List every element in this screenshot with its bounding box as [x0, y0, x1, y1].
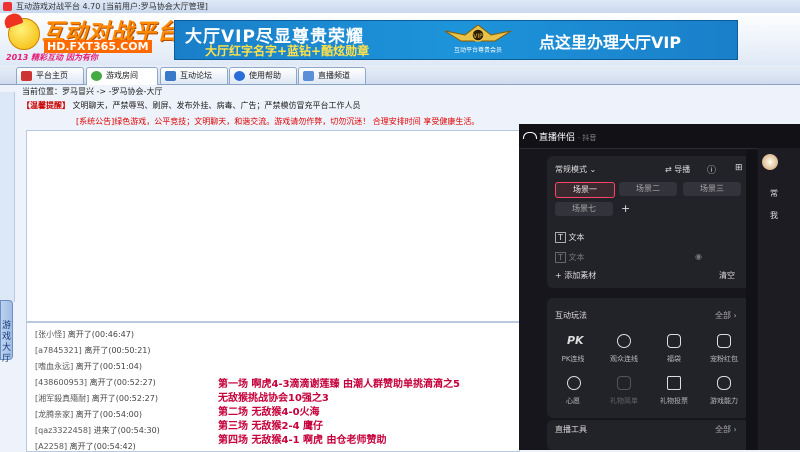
system-announcement: [系统公告]绿色游戏，公平竞技；文明聊天，和谐交流。游戏请勿作弊，切勿沉迷！ 合…: [76, 117, 480, 126]
app-icon: [3, 2, 12, 11]
tab-game-room[interactable]: 游戏房间: [86, 67, 158, 85]
notice-text: 文明聊天，严禁辱骂、刷屏、发布外挂、病毒、广告；严禁模仿冒充平台工作人员: [72, 101, 361, 110]
notice-head: 【温馨提醒】: [22, 101, 70, 110]
new-window-icon[interactable]: ⊞: [735, 163, 743, 173]
text-source[interactable]: T 文本: [555, 232, 584, 243]
clear-button[interactable]: 清空: [719, 270, 735, 281]
list-item: [嗜血永远] 离开了(00:51:04): [35, 362, 142, 371]
lucky-bag-icon[interactable]: [667, 334, 681, 348]
add-scene-icon[interactable]: +: [621, 202, 630, 215]
list-item: [龙腾亲家] 离开了(00:54:00): [35, 410, 142, 419]
overlay-line: 第一场 啊虎4-3滴滴谢莲臻 由潮人群赞助单挑滴滴之5: [218, 379, 460, 390]
tab-label: 直播频道: [318, 71, 350, 80]
game-hall-side-tab[interactable]: 游戏大厅: [0, 300, 13, 364]
overlay-line: 第三场 无敌猴2-4 鹰仔: [218, 421, 324, 432]
interactive-title: 互动玩法: [555, 311, 587, 320]
right-label: 我: [770, 211, 778, 220]
hide-eye-icon[interactable]: ◉: [695, 252, 702, 261]
list-item: [a7845321] 离开了(00:50:21): [35, 346, 151, 355]
list-item: [qaz3322458] 进来了(00:54:30): [35, 426, 160, 435]
text-source-2[interactable]: T 文本: [555, 252, 584, 263]
avatar: [762, 154, 778, 170]
platform-logo[interactable]: 互动对战平台 HD.FXT365.COM 2013 精彩互动 因为有你: [2, 11, 179, 64]
right-preview-strip: 常 我: [758, 148, 800, 450]
audience-link-icon[interactable]: [617, 334, 631, 348]
nav-tabs: 平台主页 游戏房间 互动论坛 使用帮助 直播频道: [0, 65, 800, 85]
emblem-caption: 互动平台尊贵会员: [453, 47, 502, 54]
overlay-line: 第四场 无敌猴4-1 啊虎 由仓老师赞助: [218, 435, 387, 446]
window-title: 互动游戏对战平台 4.70 [当前用户:罗马协会大厅管理]: [16, 2, 208, 11]
list-item: [张小怪] 离开了(00:46:47): [35, 330, 134, 339]
grid-label: 福袋: [667, 355, 681, 363]
list-item: [A2258] 离开了(00:54:42): [35, 442, 136, 451]
banner-cta[interactable]: 点这里办理大厅VIP: [539, 29, 681, 53]
home-icon: [21, 71, 32, 81]
grid-label: PK连线: [561, 355, 585, 363]
match-results-overlay: 第一场 啊虎4-3滴滴谢莲臻 由潮人群赞助单挑滴滴之5 无敌猴挑战协会10强之3…: [218, 378, 518, 448]
game-ability-icon[interactable]: [717, 376, 731, 390]
right-label: 常: [770, 189, 778, 198]
help-icon[interactable]: ⓘ: [707, 163, 716, 176]
banner-subline: 大厅红字名字+蓝钻+酷炫勋章: [205, 44, 370, 58]
grid-label: 礼物投票: [660, 397, 688, 405]
red-packet-icon[interactable]: [717, 334, 731, 348]
tab-label: 平台主页: [36, 71, 68, 80]
game-room-icon: [91, 71, 102, 81]
mode-select[interactable]: 常规模式 ⌄: [555, 164, 596, 175]
see-all-link[interactable]: 全部 ›: [715, 310, 737, 321]
tab-forum[interactable]: 互动论坛: [160, 67, 228, 84]
scene-tab-1[interactable]: 场景一: [555, 182, 615, 198]
scene-tab-3[interactable]: 场景三: [683, 182, 741, 196]
vip-banner[interactable]: 大厅VIP尽显尊贵荣耀 大厅红字名字+蓝钻+酷炫勋章 VIP 互动平台尊贵会员 …: [174, 20, 738, 60]
live-logo-icon: [523, 132, 537, 139]
scene-tab-2[interactable]: 场景二: [619, 182, 677, 196]
grid-label: 游戏能力: [710, 397, 738, 405]
vip-emblem-icon: VIP 互动平台尊贵会员: [443, 23, 513, 55]
add-material-button[interactable]: + 添加素材: [555, 270, 596, 281]
scene-tab-7[interactable]: 场景七: [555, 202, 613, 216]
tab-help[interactable]: 使用帮助: [229, 67, 297, 84]
live-icon: [303, 71, 314, 81]
overlay-line: 无敌猴挑战协会10强之3: [218, 393, 329, 404]
pk-icon[interactable]: PK: [567, 334, 584, 347]
list-item: [438600953] 离开了(00:52:27): [35, 378, 156, 387]
splitter[interactable]: [746, 150, 758, 450]
tab-home[interactable]: 平台主页: [16, 67, 84, 84]
grid-label: 宠粉红包: [710, 355, 738, 363]
forum-icon: [165, 71, 176, 81]
gift-icon[interactable]: [617, 376, 631, 390]
list-item: [湘军殺真殤耐] 离开了(00:52:27): [35, 394, 158, 403]
breadcrumb: 当前位置：罗马冒兴 -> -罗马协会-大厅: [22, 87, 163, 96]
notice-bar: 【温馨提醒】 文明聊天，严禁辱骂、刷屏、发布外挂、病毒、广告；严禁模仿冒充平台工…: [22, 100, 361, 111]
grid-label: 心愿: [566, 397, 580, 405]
interactive-panel: 互动玩法 全部 › PK PK连线 观众连线 福袋 宠粉红包 心愿 礼物简单 礼…: [547, 298, 755, 418]
tab-label: 游戏房间: [106, 71, 138, 80]
tab-label: 使用帮助: [249, 71, 281, 80]
window-title-bar: 互动游戏对战平台 4.70 [当前用户:罗马协会大厅管理]: [0, 0, 800, 14]
stream-brand: 直播伴侣 · 抖音: [539, 133, 597, 143]
logo-slogan: 2013 精彩互动 因为有你: [6, 53, 98, 62]
gift-vote-icon[interactable]: [667, 376, 681, 390]
tools-panel: 直播工具 全部 ›: [547, 420, 755, 450]
stream-title-bar: 直播伴侣 · 抖音: [519, 124, 800, 149]
guide-button[interactable]: ⇄ 导播: [665, 164, 690, 175]
grid-label: 观众连线: [610, 355, 638, 363]
grid-label: 礼物简单: [610, 397, 638, 405]
chat-display[interactable]: [26, 130, 520, 322]
tools-title: 直播工具: [555, 425, 587, 434]
overlay-line: 第二场 无敌猴4-0火海: [218, 407, 320, 418]
side-panel: [0, 92, 15, 302]
help-icon: [234, 71, 245, 81]
scene-panel: 常规模式 ⌄ ⇄ 导播 ⓘ ⊞ 场景一 场景二 场景三 场景七 + T 文本 T…: [547, 156, 755, 288]
wish-icon[interactable]: [567, 376, 581, 390]
tab-live[interactable]: 直播频道: [298, 67, 366, 84]
svg-text:VIP: VIP: [473, 33, 483, 40]
tab-label: 互动论坛: [180, 71, 212, 80]
tools-see-all[interactable]: 全部 ›: [715, 424, 737, 435]
